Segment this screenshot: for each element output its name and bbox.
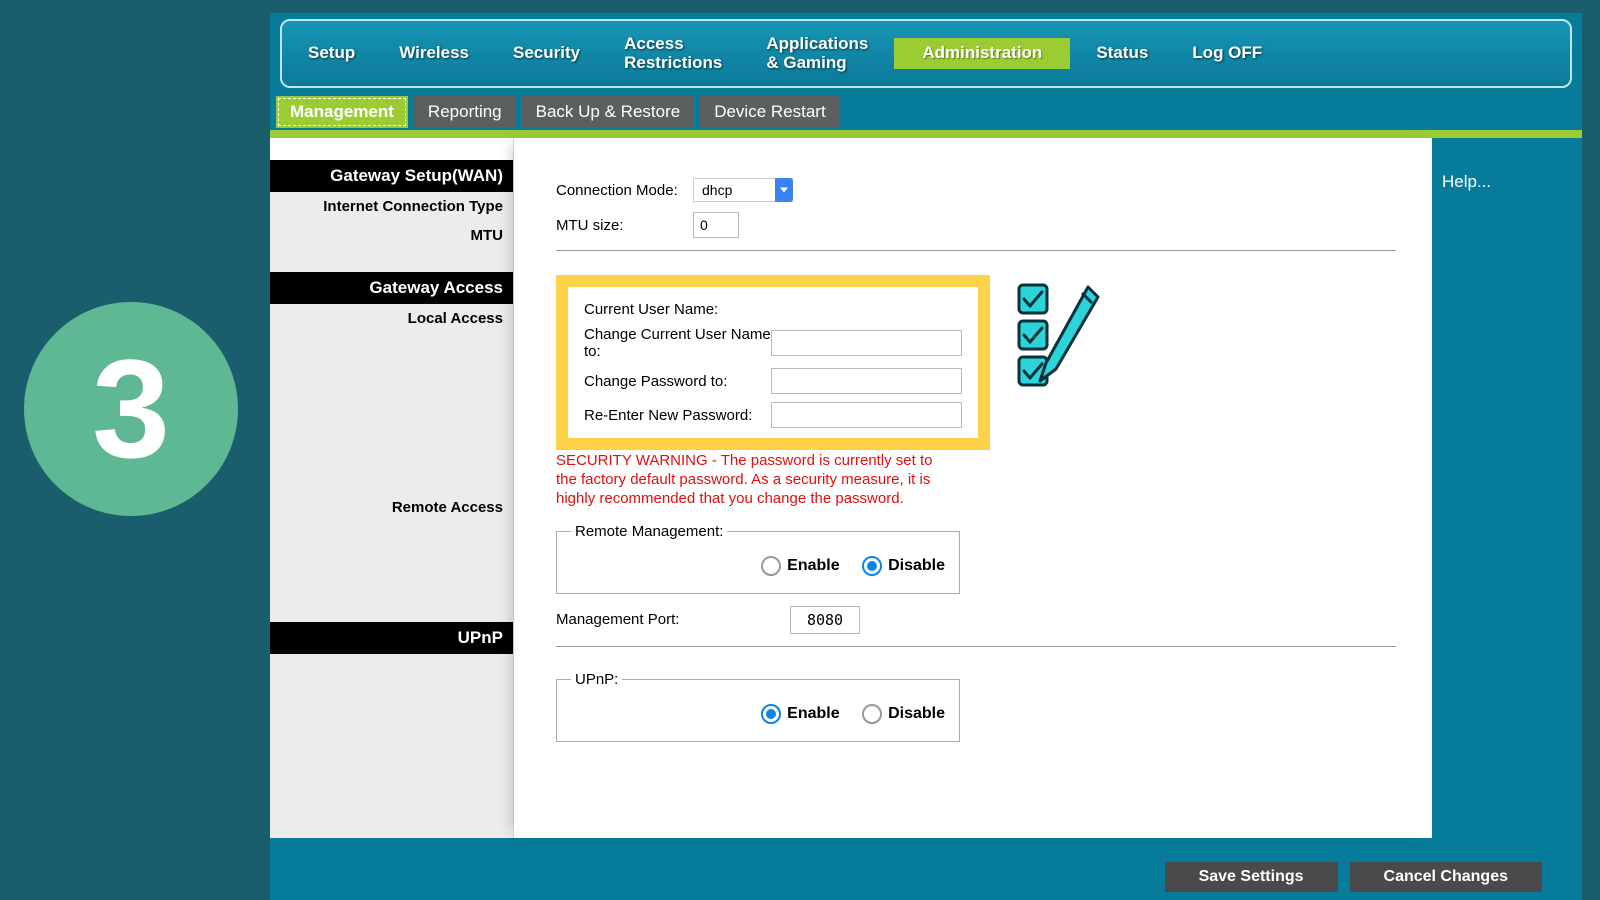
- input-change-password[interactable]: [771, 368, 962, 394]
- top-nav: SetupWirelessSecurityAccess Restrictions…: [280, 19, 1572, 88]
- subnav-management[interactable]: Management: [276, 96, 408, 128]
- topnav-administration[interactable]: Administration: [894, 38, 1070, 69]
- subnav-reporting[interactable]: Reporting: [414, 96, 516, 128]
- radio-upnp-disable[interactable]: Disable: [862, 704, 945, 724]
- subnav-back-up-restore[interactable]: Back Up & Restore: [522, 96, 695, 128]
- section-gateway-setup: Gateway Setup(WAN): [270, 160, 513, 192]
- main-column: Connection Mode: dhcp MTU size: Current …: [514, 138, 1432, 838]
- help-column: Help...: [1432, 138, 1582, 838]
- topnav-security[interactable]: Security: [495, 34, 598, 73]
- security-warning-text: SECURITY WARNING - The password is curre…: [556, 452, 956, 508]
- label-reenter-password: Re-Enter New Password:: [584, 407, 771, 424]
- topnav-setup[interactable]: Setup: [290, 34, 373, 73]
- separator-2: [556, 646, 1396, 647]
- step-number: 3: [92, 328, 170, 490]
- credentials-highlight: Current User Name: Change Current User N…: [556, 275, 990, 450]
- label-change-password: Change Password to:: [584, 373, 771, 390]
- subnav-device-restart[interactable]: Device Restart: [700, 96, 839, 128]
- label-connection-mode: Connection Mode:: [556, 182, 681, 199]
- label-mtu-size: MTU size:: [556, 217, 681, 234]
- content-row: Gateway Setup(WAN) Internet Connection T…: [270, 138, 1582, 838]
- label-remote-access: Remote Access: [270, 493, 513, 522]
- input-mtu-size[interactable]: [693, 212, 739, 238]
- row-mtu-size: MTU size:: [556, 212, 1396, 238]
- help-link[interactable]: Help...: [1442, 172, 1491, 191]
- checklist-pen-icon: [1016, 281, 1102, 391]
- label-internet-conn-type: Internet Connection Type: [270, 192, 513, 221]
- radio-upnp-enable[interactable]: Enable: [761, 704, 839, 724]
- topnav-wireless[interactable]: Wireless: [381, 34, 487, 73]
- topnav-status[interactable]: Status: [1078, 34, 1166, 73]
- left-column: Gateway Setup(WAN) Internet Connection T…: [270, 138, 514, 838]
- section-gateway-access: Gateway Access: [270, 272, 513, 304]
- subnav-underline: [270, 130, 1582, 138]
- radio-remote-enable[interactable]: Enable: [761, 556, 839, 576]
- cancel-button[interactable]: Cancel Changes: [1350, 862, 1542, 892]
- admin-panel: SetupWirelessSecurityAccess Restrictions…: [270, 13, 1582, 900]
- legend-upnp: UPnP:: [571, 671, 622, 688]
- row-connection-mode: Connection Mode: dhcp: [556, 178, 1396, 202]
- row-management-port: Management Port:: [556, 606, 1396, 634]
- save-button[interactable]: Save Settings: [1165, 862, 1338, 892]
- topnav-applications[interactable]: Applications & Gaming: [748, 25, 886, 82]
- separator: [556, 250, 1396, 251]
- select-connection-mode[interactable]: dhcp: [693, 178, 793, 202]
- step-badge: 3: [24, 302, 238, 516]
- topnav-access[interactable]: Access Restrictions: [606, 25, 740, 82]
- fieldset-remote-management: Remote Management: Enable Disable: [556, 523, 960, 594]
- fieldset-upnp: UPnP: Enable Disable: [556, 671, 960, 742]
- label-mtu: MTU: [270, 221, 513, 250]
- button-bar: Save Settings Cancel Changes: [1165, 862, 1542, 892]
- label-local-access: Local Access: [270, 304, 513, 333]
- input-change-username[interactable]: [771, 330, 962, 356]
- input-management-port[interactable]: [790, 606, 860, 634]
- topnav-log[interactable]: Log OFF: [1174, 34, 1280, 73]
- label-management-port: Management Port:: [556, 611, 778, 628]
- sub-nav: ManagementReportingBack Up & RestoreDevi…: [270, 96, 1582, 128]
- label-current-username: Current User Name:: [584, 301, 800, 318]
- radio-remote-disable[interactable]: Disable: [862, 556, 945, 576]
- input-reenter-password[interactable]: [771, 402, 962, 428]
- legend-remote-management: Remote Management:: [571, 523, 727, 540]
- section-upnp: UPnP: [270, 622, 513, 654]
- label-change-username: Change Current User Name to:: [584, 326, 771, 360]
